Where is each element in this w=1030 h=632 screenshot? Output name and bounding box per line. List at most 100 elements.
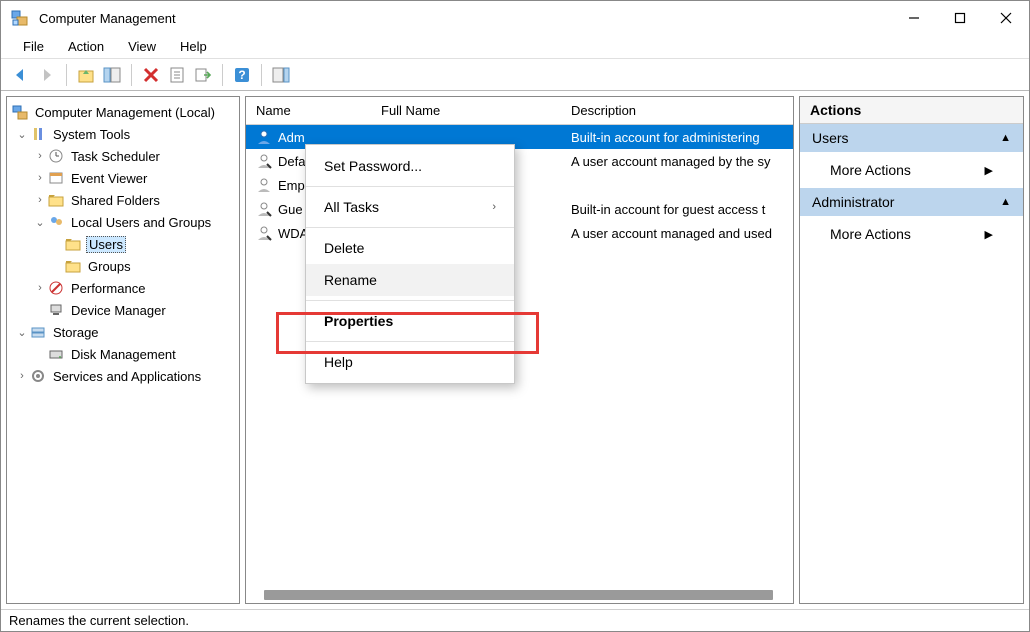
tree-local-users-groups[interactable]: ⌄ Local Users and Groups xyxy=(9,211,237,233)
menu-action[interactable]: Action xyxy=(56,36,116,57)
tree-root[interactable]: Computer Management (Local) xyxy=(9,101,237,123)
cell-desc: A user account managed and used xyxy=(571,226,772,241)
users-groups-icon xyxy=(47,213,65,231)
performance-icon xyxy=(47,279,65,297)
tree-users[interactable]: Users xyxy=(9,233,237,255)
clock-icon xyxy=(47,147,65,165)
tree-label: Performance xyxy=(69,280,147,297)
expand-icon[interactable]: › xyxy=(33,193,47,207)
tree-label: Storage xyxy=(51,324,101,341)
user-icon xyxy=(256,225,272,241)
tree-label: Groups xyxy=(86,258,133,275)
disk-icon xyxy=(47,345,65,363)
horizontal-scrollbar[interactable] xyxy=(264,590,773,600)
delete-button[interactable] xyxy=(139,63,163,87)
tree-disk-mgmt[interactable]: Disk Management xyxy=(9,343,237,365)
cell-name: Emp xyxy=(278,178,305,193)
tree-task-scheduler[interactable]: › Task Scheduler xyxy=(9,145,237,167)
actions-more-admin[interactable]: More Actions ▶ xyxy=(800,216,1023,252)
up-button[interactable] xyxy=(74,63,98,87)
cell-name: WDA xyxy=(278,226,308,241)
cell-name: Gue xyxy=(278,202,303,217)
status-text: Renames the current selection. xyxy=(9,613,189,628)
collapse-icon[interactable]: ⌄ xyxy=(15,325,29,339)
cell-name: Adm xyxy=(278,130,305,145)
tree-label: Shared Folders xyxy=(69,192,162,209)
chevron-right-icon: ▶ xyxy=(985,228,993,241)
tree-pane: Computer Management (Local) ⌄ System Too… xyxy=(6,96,240,604)
menu-help[interactable]: Help xyxy=(168,36,219,57)
menu-file[interactable]: File xyxy=(11,36,56,57)
help-button[interactable]: ? xyxy=(230,63,254,87)
col-description[interactable]: Description xyxy=(561,99,793,122)
collapse-icon[interactable]: ⌄ xyxy=(33,215,47,229)
ctx-rename[interactable]: Rename xyxy=(306,264,514,296)
tree-label: Local Users and Groups xyxy=(69,214,213,231)
cell-desc: A user account managed by the sy xyxy=(571,154,770,169)
ctx-properties[interactable]: Properties xyxy=(306,305,514,337)
menubar: File Action View Help xyxy=(1,35,1029,59)
tree-system-tools[interactable]: ⌄ System Tools xyxy=(9,123,237,145)
tree-groups[interactable]: Groups xyxy=(9,255,237,277)
actions-section-users[interactable]: Users ▲ xyxy=(800,124,1023,152)
actions-pane: Actions Users ▲ More Actions ▶ Administr… xyxy=(799,96,1024,604)
app-icon xyxy=(11,9,29,27)
actions-section-label: Administrator xyxy=(812,194,894,210)
close-button[interactable] xyxy=(983,2,1029,34)
col-name[interactable]: Name xyxy=(246,99,371,122)
folder-icon xyxy=(64,257,82,275)
device-icon xyxy=(47,301,65,319)
ctx-delete[interactable]: Delete xyxy=(306,232,514,264)
ctx-label: Set Password... xyxy=(324,158,422,174)
tree-device-manager[interactable]: Device Manager xyxy=(9,299,237,321)
ctx-help[interactable]: Help xyxy=(306,346,514,378)
export-button[interactable] xyxy=(191,63,215,87)
actions-more-users[interactable]: More Actions ▶ xyxy=(800,152,1023,188)
tree-shared-folders[interactable]: › Shared Folders xyxy=(9,189,237,211)
titlebar: Computer Management xyxy=(1,1,1029,35)
tree-services-apps[interactable]: › Services and Applications xyxy=(9,365,237,387)
computer-mgmt-icon xyxy=(11,103,29,121)
cell-desc: Built-in account for guest access t xyxy=(571,202,765,217)
ctx-label: Properties xyxy=(324,313,393,329)
tree-event-viewer[interactable]: › Event Viewer xyxy=(9,167,237,189)
storage-icon xyxy=(29,323,47,341)
context-menu: Set Password... All Tasks› Delete Rename… xyxy=(305,144,515,384)
actions-section-admin[interactable]: Administrator ▲ xyxy=(800,188,1023,216)
ctx-separator xyxy=(306,341,514,342)
minimize-button[interactable] xyxy=(891,2,937,34)
back-button[interactable] xyxy=(9,63,33,87)
ctx-separator xyxy=(306,300,514,301)
ctx-label: All Tasks xyxy=(324,199,379,215)
expand-icon[interactable]: › xyxy=(15,369,29,383)
statusbar: Renames the current selection. xyxy=(1,609,1029,631)
expand-icon[interactable]: › xyxy=(33,149,47,163)
expand-icon[interactable]: › xyxy=(33,281,47,295)
collapse-icon[interactable]: ⌄ xyxy=(15,127,29,141)
menu-view[interactable]: View xyxy=(116,36,168,57)
svg-text:?: ? xyxy=(238,68,245,82)
window-title: Computer Management xyxy=(39,11,891,26)
actions-title: Actions xyxy=(800,97,1023,124)
expand-icon[interactable]: › xyxy=(33,171,47,185)
folder-shared-icon xyxy=(47,191,65,209)
ctx-label: Help xyxy=(324,354,353,370)
col-fullname[interactable]: Full Name xyxy=(371,99,561,122)
tree-label: Users xyxy=(86,236,126,253)
event-icon xyxy=(47,169,65,187)
tree-storage[interactable]: ⌄ Storage xyxy=(9,321,237,343)
show-hide-tree-button[interactable] xyxy=(100,63,124,87)
user-icon xyxy=(256,177,272,193)
tree-label: Services and Applications xyxy=(51,368,203,385)
action-pane-button[interactable] xyxy=(269,63,293,87)
user-icon xyxy=(256,129,272,145)
maximize-button[interactable] xyxy=(937,2,983,34)
tree-performance[interactable]: › Performance xyxy=(9,277,237,299)
ctx-all-tasks[interactable]: All Tasks› xyxy=(306,191,514,223)
actions-section-label: Users xyxy=(812,130,849,146)
ctx-set-password[interactable]: Set Password... xyxy=(306,150,514,182)
properties-button[interactable] xyxy=(165,63,189,87)
folder-icon xyxy=(64,235,82,253)
actions-item-label: More Actions xyxy=(830,162,911,178)
tree-label: Device Manager xyxy=(69,302,168,319)
